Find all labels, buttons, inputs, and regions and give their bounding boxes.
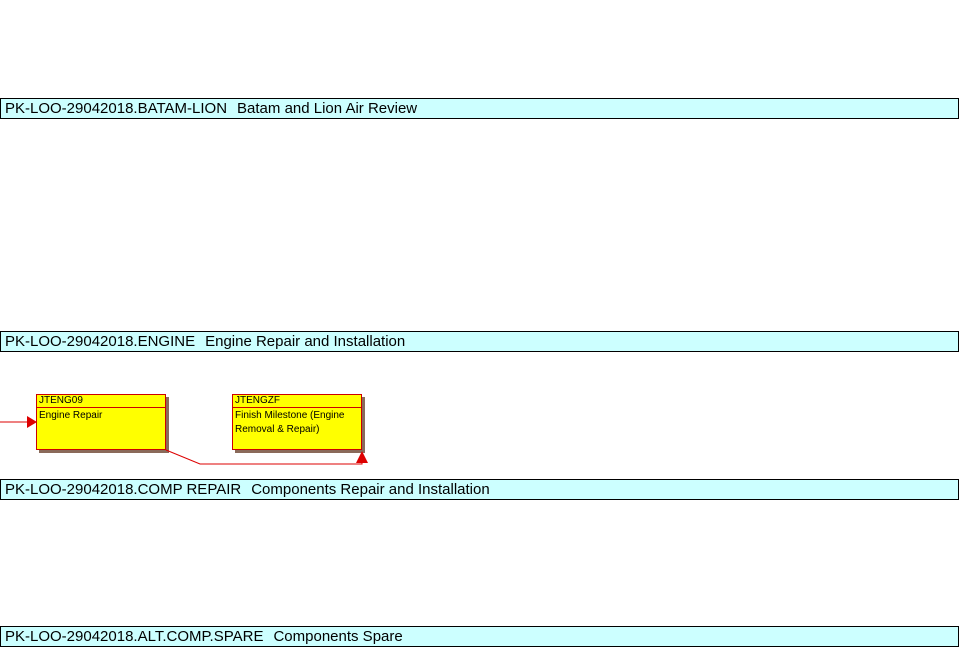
incoming-link-jteng09[interactable]: [0, 416, 37, 428]
arrowhead-icon: [356, 451, 368, 463]
relationship-links: [0, 416, 368, 465]
arrowhead-icon: [27, 416, 37, 428]
link-jteng09-to-jtengzf[interactable]: [165, 449, 368, 465]
